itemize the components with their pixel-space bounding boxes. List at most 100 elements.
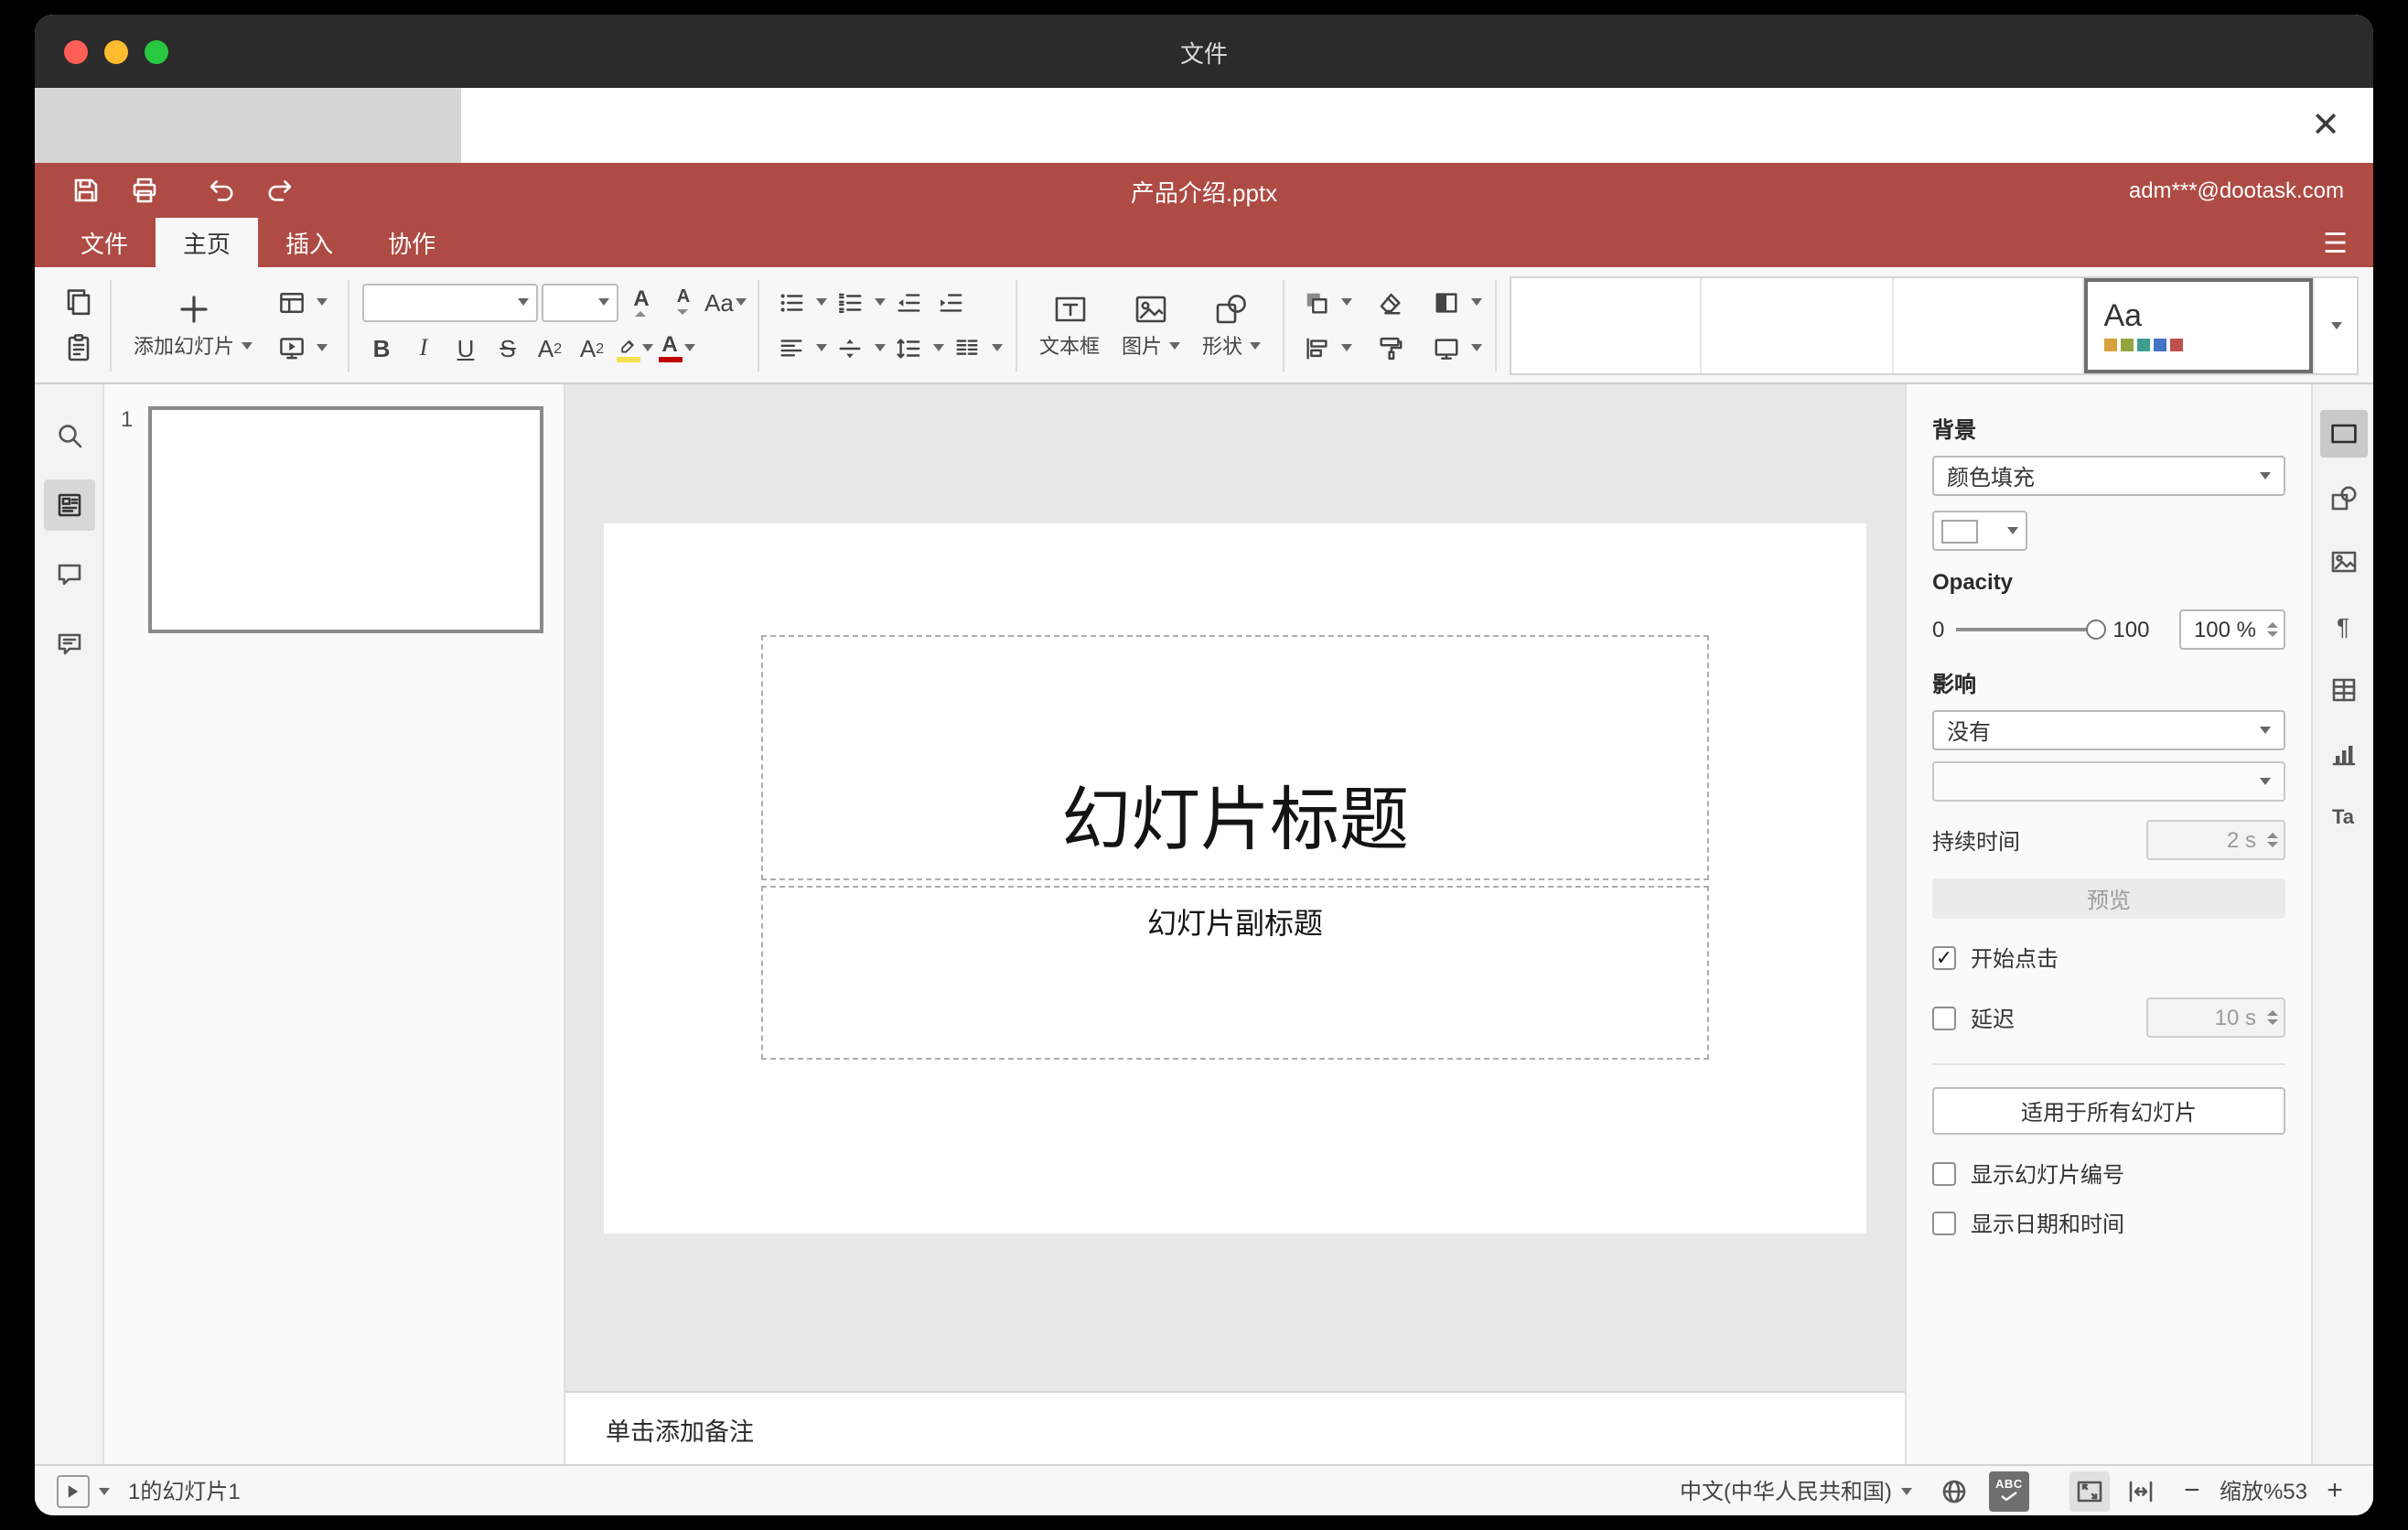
increase-indent-button[interactable] <box>931 283 970 321</box>
slide[interactable]: 幻灯片标题 幻灯片副标题 <box>604 523 1866 1234</box>
zoom-out-button[interactable]: − <box>2176 1471 2209 1511</box>
chart-settings-button[interactable] <box>2319 730 2367 778</box>
textbox-icon <box>1054 296 1085 321</box>
strikethrough-button[interactable]: S <box>489 329 527 367</box>
theme-gallery-expand-button[interactable] <box>2313 277 2357 372</box>
columns-button[interactable] <box>948 329 986 367</box>
image-settings-button[interactable] <box>2319 538 2367 586</box>
fill-color-picker[interactable] <box>1932 511 2027 551</box>
menu-icon[interactable]: ☰ <box>2323 218 2348 267</box>
opacity-spinner[interactable]: 100 % <box>2179 609 2285 650</box>
effect-select[interactable]: 没有 <box>1932 710 2285 750</box>
insert-shape-button[interactable]: 形状 <box>1191 273 1272 377</box>
copy-style-button[interactable] <box>1371 329 1409 367</box>
print-button[interactable] <box>123 168 167 212</box>
slide-title-text[interactable]: 幻灯片标题 <box>1061 763 1409 864</box>
numbering-button[interactable] <box>831 283 869 321</box>
clear-style-button[interactable] <box>1371 283 1409 321</box>
underline-button[interactable]: U <box>446 329 485 367</box>
search-button[interactable] <box>43 410 94 461</box>
zoom-in-button[interactable]: + <box>2318 1471 2351 1511</box>
chat-button[interactable] <box>43 619 94 670</box>
theme-tile-selected[interactable]: Aa <box>2083 277 2313 372</box>
add-slide-button[interactable]: 添加幻灯片 <box>123 273 263 377</box>
duration-spinner[interactable]: 2 s <box>2146 820 2285 860</box>
delay-checkbox[interactable] <box>1932 1006 1956 1029</box>
theme-tile[interactable] <box>1893 277 2084 372</box>
copy-button[interactable] <box>59 283 97 321</box>
right-icon-sidebar: ¶ Ta <box>2311 384 2373 1464</box>
notes-placeholder[interactable]: 单击添加备注 <box>606 1410 754 1447</box>
font-color-button[interactable]: A <box>657 329 695 367</box>
start-on-click-label: 开始点击 <box>1971 946 2059 972</box>
zoom-traffic-light[interactable] <box>145 39 168 63</box>
tab-file[interactable]: 文件 <box>53 218 156 267</box>
save-button[interactable] <box>64 168 108 212</box>
color-scheme-button[interactable] <box>1427 283 1466 321</box>
theme-tile[interactable] <box>1702 277 1893 372</box>
textart-settings-button[interactable]: Ta <box>2319 794 2367 842</box>
show-datetime-checkbox[interactable] <box>1932 1212 1956 1235</box>
slide-layout-button[interactable] <box>273 283 311 321</box>
slide-settings-button[interactable] <box>2319 410 2367 458</box>
bold-button[interactable]: B <box>362 329 401 367</box>
paste-button[interactable] <box>59 329 97 367</box>
insert-image-button[interactable]: 图片 <box>1111 273 1191 377</box>
highlight-color-button[interactable] <box>615 329 653 367</box>
chart-icon <box>2331 746 2355 766</box>
increase-font-button[interactable]: A <box>622 283 661 321</box>
show-slide-number-checkbox[interactable] <box>1932 1162 1956 1186</box>
fill-type-select[interactable]: 颜色填充 <box>1932 456 2285 496</box>
font-size-combo[interactable] <box>542 283 618 321</box>
start-slideshow-button[interactable] <box>273 329 311 367</box>
slide-thumbnail[interactable] <box>148 406 543 633</box>
notes-area[interactable]: 单击添加备注 <box>565 1391 1905 1464</box>
change-case-button[interactable]: Aa <box>704 283 747 321</box>
slide-subtitle-text[interactable]: 幻灯片副标题 <box>1147 899 1323 1058</box>
table-settings-button[interactable] <box>2319 666 2367 714</box>
comments-button[interactable] <box>43 549 94 600</box>
minimize-traffic-light[interactable] <box>104 39 128 63</box>
paragraph-settings-button[interactable]: ¶ <box>2319 602 2367 650</box>
document-language-button[interactable] <box>1934 1471 1974 1511</box>
bullets-button[interactable] <box>772 283 811 321</box>
line-spacing-button[interactable] <box>889 329 928 367</box>
subtitle-placeholder[interactable]: 幻灯片副标题 <box>761 886 1709 1060</box>
apply-to-all-button[interactable]: 适用于所有幻灯片 <box>1932 1087 2285 1135</box>
tab-insert[interactable]: 插入 <box>258 218 360 267</box>
delay-spinner[interactable]: 10 s <box>2146 997 2285 1038</box>
subscript-button[interactable]: A2 <box>573 329 611 367</box>
preview-button[interactable]: 预览 <box>1932 878 2285 919</box>
effect-option-select[interactable] <box>1932 761 2285 802</box>
theme-tile[interactable] <box>1511 277 1703 372</box>
opacity-slider-knob[interactable] <box>2085 620 2106 640</box>
fit-to-width-button[interactable] <box>2121 1471 2161 1511</box>
horizontal-align-button[interactable] <box>772 329 811 367</box>
title-placeholder[interactable]: 幻灯片标题 <box>761 635 1709 880</box>
fill-color-swatch <box>1941 519 1978 543</box>
insert-textbox-button[interactable]: 文本框 <box>1028 273 1111 377</box>
tab-home[interactable]: 主页 <box>156 218 259 267</box>
italic-button[interactable]: I <box>404 329 443 367</box>
decrease-indent-button[interactable] <box>889 283 928 321</box>
spellcheck-button[interactable]: ABC <box>1988 1471 2029 1511</box>
start-slideshow-status-button[interactable] <box>57 1474 110 1507</box>
slides-panel-button[interactable] <box>43 479 94 531</box>
tab-collaboration[interactable]: 协作 <box>360 218 463 267</box>
close-icon[interactable]: ✕ <box>2311 108 2340 143</box>
superscript-button[interactable]: A2 <box>531 329 569 367</box>
decrease-font-button[interactable]: A <box>664 283 703 321</box>
vertical-align-button[interactable] <box>831 329 869 367</box>
align-shapes-button[interactable] <box>1297 329 1336 367</box>
undo-button[interactable] <box>199 168 243 212</box>
redo-button[interactable] <box>258 168 302 212</box>
language-selector[interactable]: 中文(中华人民共和国) <box>1680 1475 1912 1506</box>
close-traffic-light[interactable] <box>64 39 88 63</box>
arrange-shapes-button[interactable] <box>1297 283 1336 321</box>
slide-size-button[interactable] <box>1427 329 1466 367</box>
shape-settings-button[interactable] <box>2319 474 2367 522</box>
font-name-combo[interactable] <box>362 283 538 321</box>
opacity-slider[interactable] <box>1955 620 2106 640</box>
start-on-click-checkbox[interactable]: ✓ <box>1932 946 1956 970</box>
fit-to-slide-button[interactable] <box>2069 1471 2110 1511</box>
